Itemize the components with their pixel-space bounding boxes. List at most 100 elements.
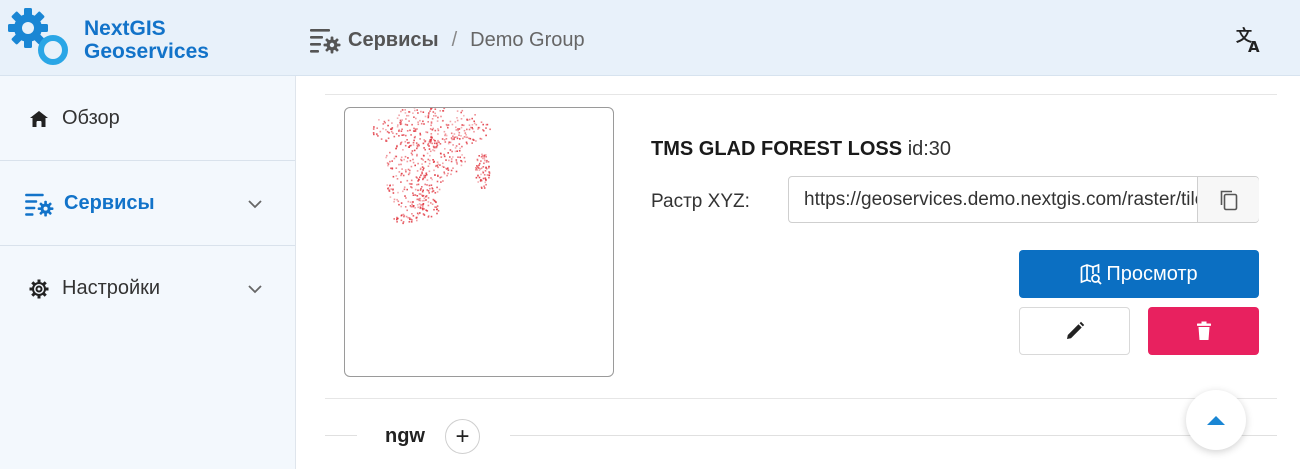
map-speckle	[417, 162, 419, 165]
chevron-down-icon[interactable]	[246, 195, 264, 213]
map-speckle	[456, 117, 458, 119]
map-speckle	[404, 140, 407, 143]
map-speckle	[486, 174, 489, 176]
map-speckle	[444, 141, 447, 143]
delete-service-button[interactable]	[1148, 307, 1259, 355]
map-speckle	[434, 192, 437, 194]
map-speckle	[399, 119, 402, 122]
sidebar-item-label: Обзор	[62, 107, 120, 129]
map-speckle	[419, 197, 421, 200]
map-speckle	[434, 140, 436, 142]
map-speckle	[425, 172, 428, 174]
map-speckle	[400, 214, 403, 217]
map-speckle	[450, 173, 452, 176]
map-speckle	[393, 135, 396, 138]
breadcrumb-services-link[interactable]: Сервисы	[348, 29, 439, 52]
add-tag-button[interactable]: +	[445, 419, 480, 454]
map-speckle	[413, 130, 415, 132]
map-speckle	[437, 116, 439, 119]
map-speckle	[406, 160, 409, 163]
map-speckle	[488, 176, 490, 179]
map-speckle	[477, 174, 479, 177]
map-speckle	[428, 170, 431, 173]
map-speckle	[485, 156, 487, 158]
map-speckle	[382, 123, 385, 125]
map-speckle	[411, 153, 414, 156]
map-speckle	[391, 122, 393, 124]
map-speckle	[392, 192, 395, 194]
brand-name[interactable]: NextGIS Geoservices	[84, 17, 209, 63]
map-speckle	[406, 179, 409, 182]
map-speckle	[445, 159, 447, 161]
map-speckle	[404, 109, 406, 111]
map-speckle	[456, 137, 459, 140]
map-speckle	[460, 164, 463, 167]
scroll-to-top-button[interactable]	[1186, 390, 1246, 450]
raster-xyz-label: Растр XYZ:	[651, 191, 750, 212]
map-search-icon	[1080, 263, 1102, 285]
view-service-button[interactable]: Просмотр	[1019, 250, 1259, 298]
map-speckle	[427, 197, 430, 199]
map-speckle	[412, 192, 414, 194]
map-speckle	[411, 183, 413, 185]
map-speckle	[457, 128, 459, 130]
map-speckle	[414, 128, 417, 131]
map-speckle	[377, 135, 379, 137]
nextgis-logo-icon[interactable]	[6, 6, 72, 68]
map-speckle	[451, 123, 454, 126]
map-speckle	[436, 191, 439, 193]
map-speckle	[426, 152, 429, 155]
map-speckle	[416, 177, 418, 179]
map-speckle	[389, 160, 391, 163]
map-speckle	[434, 112, 436, 115]
map-speckle	[475, 140, 477, 142]
map-speckle	[431, 137, 433, 139]
map-speckle	[457, 129, 459, 132]
service-name: TMS GLAD FOREST LOSS	[651, 138, 903, 160]
services-icon	[24, 193, 56, 217]
chevron-down-icon[interactable]	[246, 280, 264, 298]
map-speckle	[415, 117, 417, 120]
map-speckle	[456, 119, 459, 122]
sidebar-item-overview[interactable]: Обзор	[28, 107, 323, 130]
map-speckle	[411, 123, 413, 126]
view-button-label: Просмотр	[1106, 262, 1198, 285]
map-speckle	[460, 135, 462, 137]
raster-url-input[interactable]	[789, 177, 1197, 222]
brand-line-2: Geoservices	[84, 40, 209, 63]
edit-service-button[interactable]	[1019, 307, 1130, 355]
map-speckle	[485, 179, 487, 182]
map-speckle	[427, 142, 430, 145]
map-speckle	[408, 141, 410, 144]
map-speckle	[430, 215, 433, 218]
map-speckle	[421, 163, 423, 165]
map-speckle	[443, 166, 445, 168]
map-speckle	[400, 141, 403, 143]
map-speckle	[419, 189, 422, 191]
map-speckle	[424, 161, 427, 163]
map-speckle	[452, 135, 454, 138]
copy-url-button[interactable]	[1197, 177, 1259, 222]
map-speckle	[413, 116, 415, 118]
map-speckle	[400, 202, 403, 204]
map-speckle	[461, 160, 463, 163]
map-speckle	[396, 117, 399, 119]
map-speckle	[422, 189, 424, 192]
pencil-icon	[1066, 321, 1084, 339]
map-speckle	[454, 136, 456, 138]
sidebar-item-settings[interactable]: Настройки	[28, 277, 323, 300]
map-speckle	[461, 124, 463, 126]
map-speckle	[413, 139, 415, 142]
map-speckle	[412, 141, 415, 144]
map-speckle	[410, 179, 413, 182]
map-speckle	[480, 160, 482, 162]
map-speckle	[429, 150, 432, 153]
map-speckle	[404, 155, 407, 158]
map-speckle	[411, 213, 413, 215]
map-speckle	[406, 114, 408, 117]
sidebar-item-services[interactable]: Сервисы	[24, 192, 319, 217]
translate-icon[interactable]: 文 A	[1234, 26, 1264, 54]
map-speckle	[427, 121, 429, 123]
map-speckle	[481, 153, 483, 156]
map-speckle	[396, 125, 399, 128]
